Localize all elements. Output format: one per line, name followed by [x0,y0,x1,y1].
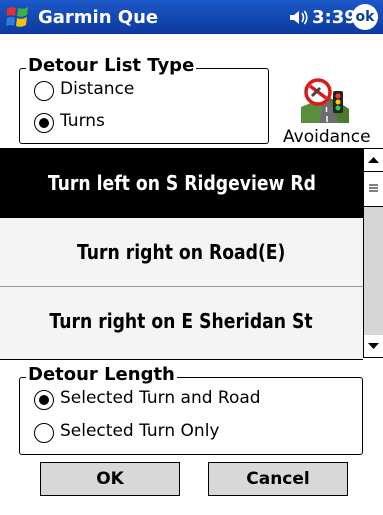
selected-turn-only-option[interactable]: Selected Turn Only [34,421,334,445]
arrow-up-icon [368,157,379,163]
detour-list-type-legend: Detour List Type [26,55,197,76]
turns-scrollbar[interactable] [363,148,383,358]
ok-button[interactable]: OK [40,462,180,496]
turns-radio[interactable] [34,113,54,133]
speaker-icon[interactable] [289,9,309,26]
turn-row-selected[interactable]: Turn left on S Ridgeview Rd [0,149,363,218]
no-road-avoidance-icon[interactable] [301,77,349,123]
selected-turn-and-road-radio[interactable] [34,390,54,410]
title-bar: Garmin Que 3:39 ok [0,0,383,34]
detour-length-legend: Detour Length [26,364,177,385]
avoidance-label[interactable]: Avoidance [283,127,371,147]
turns-radio-option[interactable]: Turns [34,111,204,135]
selected-turn-only-label: Selected Turn Only [60,421,220,441]
distance-radio-option[interactable]: Distance [34,79,204,103]
clock[interactable]: 3:39 [312,7,357,28]
turn-text: Turn left on S Ridgeview Rd [47,171,316,195]
selected-turn-only-radio[interactable] [34,423,54,443]
turn-row[interactable]: Turn right on Road(E) [0,218,363,287]
distance-radio[interactable] [34,81,54,101]
turn-text: Turn right on E Sheridan St [49,309,314,333]
distance-label: Distance [60,79,135,99]
windows-flag-icon[interactable] [4,3,32,31]
ok-title-button[interactable]: ok [352,4,378,30]
turns-list[interactable]: Turn left on S Ridgeview Rd Turn right o… [0,148,363,360]
arrow-down-icon [368,343,379,349]
selected-turn-and-road-option[interactable]: Selected Turn and Road [34,388,334,412]
scroll-down-button[interactable] [364,335,383,357]
scroll-up-button[interactable] [364,149,383,171]
selected-turn-and-road-label: Selected Turn and Road [60,388,261,408]
app-title: Garmin Que [38,7,159,28]
turn-row[interactable]: Turn right on E Sheridan St [0,287,363,356]
grip-icon [369,184,378,192]
turn-text: Turn right on Road(E) [77,240,286,264]
cancel-button[interactable]: Cancel [208,462,348,496]
scroll-thumb[interactable] [364,171,383,207]
turns-label: Turns [60,111,105,131]
